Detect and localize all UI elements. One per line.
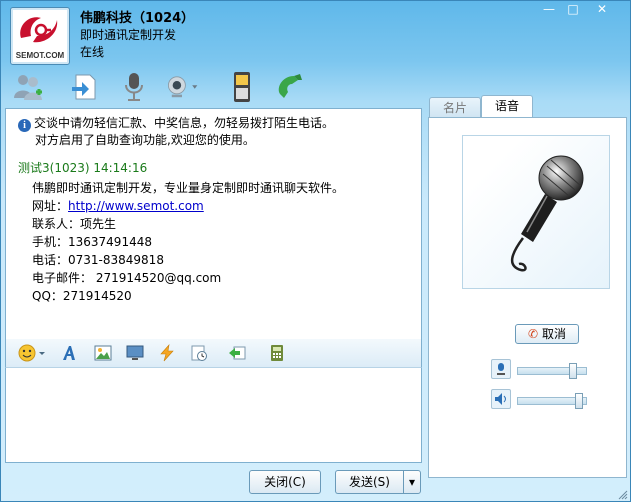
mic-volume-icon <box>491 359 511 379</box>
mic-volume-control <box>491 359 601 379</box>
input-toolbar <box>5 339 422 368</box>
font-icon[interactable] <box>60 344 78 362</box>
notice-line-2: 对方启用了自助查询功能,欢迎您的使用。 <box>35 133 255 147</box>
message-line: 手机：13637491448 <box>32 235 152 249</box>
video-camera-icon[interactable] <box>165 69 199 105</box>
cancel-call-button[interactable]: ✆ 取消 <box>515 324 579 344</box>
message-line: 电子邮件： 271914520@qq.com <box>32 271 222 285</box>
security-notice: i 交谈中请勿轻信汇款、中奖信息，勿轻易拨打陌生电话。 对方启用了自助查询功能,欢… <box>18 115 334 149</box>
voice-mic-icon[interactable] <box>117 69 151 105</box>
message-body: 伟鹏即时通讯定制开发，专业量身定制即时通讯聊天软件。 网址：http://www… <box>32 179 344 305</box>
message-input[interactable] <box>5 367 422 463</box>
contact-signature: 即时通讯定制开发 <box>80 28 177 42</box>
message-header: 测试3(1023) 14:14:16 <box>18 161 148 175</box>
tab-business-card[interactable]: 名片 <box>429 97 481 118</box>
maximize-button[interactable]: □ <box>560 1 586 17</box>
semot-logo-icon <box>20 17 58 43</box>
speaker-volume-slider[interactable] <box>517 393 587 409</box>
message-line: 网址：http://www.semot.com <box>32 197 344 215</box>
microphone-icon <box>511 155 584 272</box>
message-line: 伟鹏即时通讯定制开发，专业量身定制即时通讯聊天软件。 <box>32 181 345 195</box>
tab-voice[interactable]: 语音 <box>481 95 533 119</box>
mic-volume-knob[interactable] <box>569 363 577 379</box>
chat-window: — □ ✕ SEMOT.COM 伟鹏科技（1024） 即时通讯定制开发 在线 i… <box>0 0 631 502</box>
logo-text: SEMOT.COM <box>15 51 65 60</box>
message-line: 电话：0731-83849818 <box>32 253 164 267</box>
cut-reply-icon[interactable] <box>228 344 246 362</box>
cancel-label: 取消 <box>541 327 566 341</box>
shake-icon[interactable] <box>158 344 176 362</box>
speaker-volume-control <box>491 389 601 409</box>
speaker-volume-knob[interactable] <box>575 393 583 409</box>
contact-status: 在线 <box>80 45 105 59</box>
image-icon[interactable] <box>94 344 112 362</box>
contact-avatar[interactable]: SEMOT.COM <box>10 7 70 65</box>
hangup-phone-icon: ✆ <box>528 327 539 341</box>
close-window-button[interactable]: ✕ <box>587 1 617 17</box>
emoticon-icon[interactable] <box>18 344 48 362</box>
contacts-icon[interactable] <box>11 69 45 105</box>
message-history-icon[interactable] <box>190 344 208 362</box>
telephone-icon[interactable] <box>273 69 307 105</box>
mobile-phone-icon[interactable] <box>225 69 259 105</box>
notice-line-1: 交谈中请勿轻信汇款、中奖信息，勿轻易拨打陌生电话。 <box>34 116 335 130</box>
microphone-illustration <box>462 135 610 289</box>
website-label: 网址： <box>32 199 69 213</box>
screen-capture-icon[interactable] <box>126 344 144 362</box>
info-icon: i <box>18 119 31 132</box>
send-options-dropdown[interactable]: ▾ <box>403 470 421 494</box>
minimize-button[interactable]: — <box>536 1 562 17</box>
close-button[interactable]: 关闭(C) <box>249 470 321 494</box>
speaker-volume-icon <box>491 389 511 409</box>
calculator-icon[interactable] <box>268 344 286 362</box>
contact-name: 伟鹏科技（1024） <box>80 11 195 26</box>
resize-grip[interactable] <box>618 489 628 500</box>
message-line: QQ：271914520 <box>32 289 132 303</box>
mic-volume-slider[interactable] <box>517 363 587 379</box>
send-button[interactable]: 发送(S) <box>335 470 403 494</box>
chat-history[interactable]: i 交谈中请勿轻信汇款、中奖信息，勿轻易拨打陌生电话。 对方启用了自助查询功能,欢… <box>5 108 422 340</box>
message-line: 联系人：项先生 <box>32 217 117 231</box>
website-link[interactable]: http://www.semot.com <box>68 199 204 213</box>
voice-panel: ✆ 取消 <box>428 117 627 478</box>
transfer-file-icon[interactable] <box>67 69 101 105</box>
